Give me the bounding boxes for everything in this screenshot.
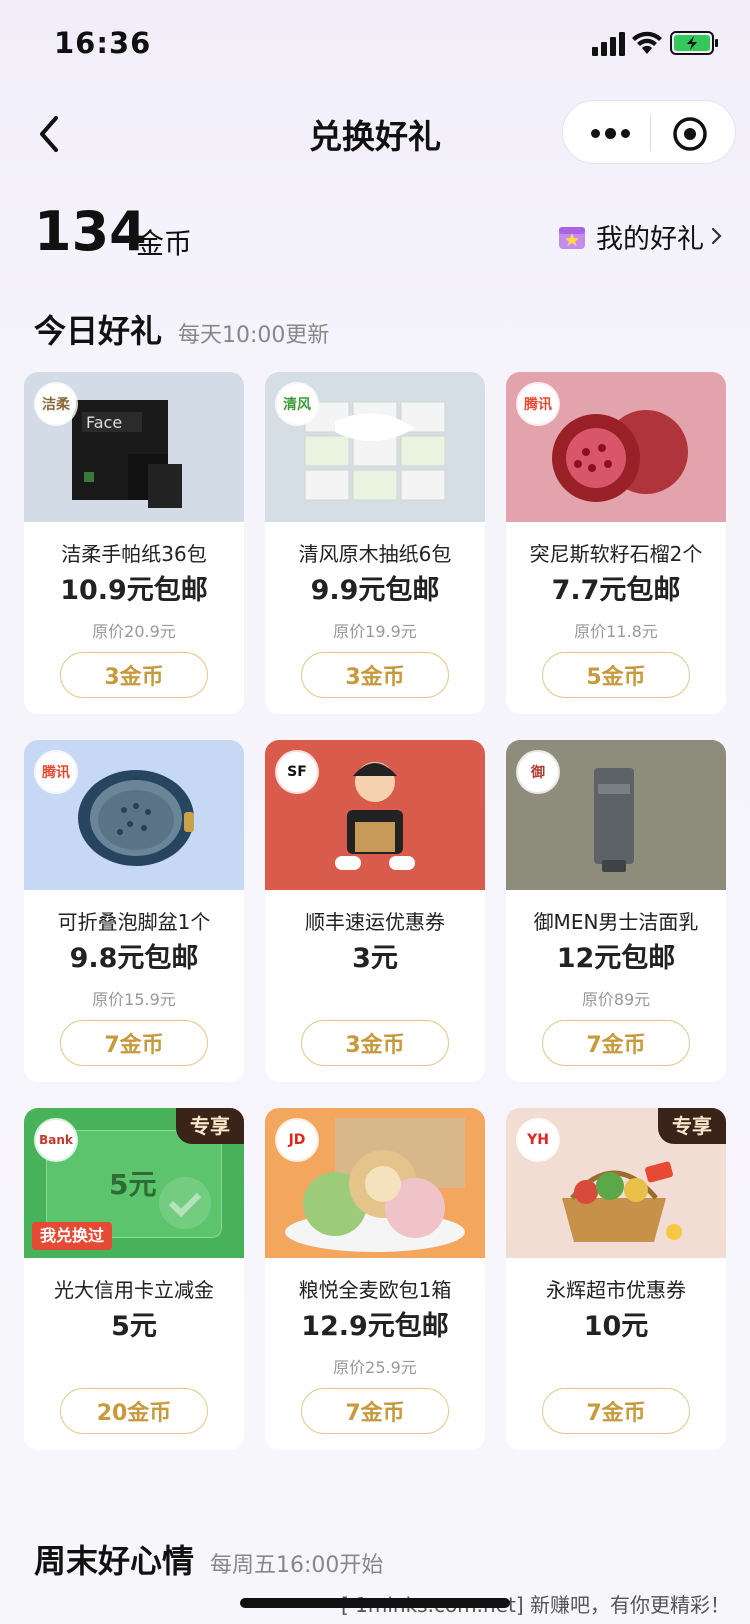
today-section-header: 今日好礼 每天10:00更新 (34, 306, 329, 356)
product-price: 9.8元包邮 (69, 943, 199, 974)
status-time: 16:36 (54, 26, 152, 60)
product-image: 御 (506, 740, 726, 890)
original-price: 原价19.9元 (333, 622, 417, 641)
section-subtitle: 每周五16:00开始 (210, 1553, 384, 1578)
original-price: 原价89元 (581, 990, 651, 1009)
redeem-button[interactable]: 7金币 (301, 1388, 449, 1434)
product-card[interactable]: 腾讯 突尼斯软籽石榴2个 7.7元包邮 原价11.8元 5金币 (506, 372, 726, 714)
brand-logo: YH (518, 1120, 558, 1160)
redeem-button[interactable]: 7金币 (60, 1020, 208, 1066)
product-image: 5元 Bank 专享 我兑换过 (24, 1108, 244, 1258)
redeemed-tag: 我兑换过 (32, 1222, 113, 1250)
capsule-divider (650, 115, 651, 151)
product-card[interactable]: SF 顺丰速运优惠券 3元 3金币 (265, 740, 485, 1082)
mini-program-capsule (562, 100, 736, 164)
svg-text:Face: Face (86, 413, 122, 432)
product-image: JD (265, 1108, 485, 1258)
signal-icon (592, 32, 625, 56)
exclusive-tag: 专享 (658, 1108, 726, 1144)
product-name: 粮悦全麦欧包1箱 (298, 1278, 452, 1302)
product-card[interactable]: YH 专享 永辉超市优惠券 10元 7金币 (506, 1108, 726, 1450)
coins-unit: 金币 (136, 227, 193, 260)
exclusive-tag: 专享 (176, 1108, 244, 1144)
product-name: 永辉超市优惠券 (546, 1278, 686, 1302)
status-bar: 16:36 (0, 0, 750, 90)
brand-logo: 腾讯 (36, 752, 76, 792)
weekend-section-header: 周末好心情 每周五16:00开始 (34, 1536, 383, 1586)
brand-logo: 清风 (277, 384, 317, 424)
section-title: 周末好心情 (34, 1542, 195, 1580)
redeem-button[interactable]: 3金币 (301, 652, 449, 698)
product-image: YH 专享 (506, 1108, 726, 1258)
redeem-button[interactable]: 3金币 (60, 652, 208, 698)
coins-balance: 134 (34, 200, 147, 263)
brand-logo: SF (277, 752, 317, 792)
my-gifts-label: 我的好礼 (596, 223, 704, 255)
product-price: 10.9元包邮 (60, 575, 208, 606)
voucher-amount: 5元 (109, 1168, 157, 1201)
product-price: 12元包邮 (556, 943, 676, 974)
close-target-icon[interactable] (671, 115, 709, 153)
product-name: 突尼斯软籽石榴2个 (529, 542, 703, 566)
product-name: 洁柔手帕纸36包 (61, 542, 207, 566)
redeem-button[interactable]: 7金币 (542, 1388, 690, 1434)
original-price: 原价20.9元 (92, 622, 176, 641)
original-price: 原价25.9元 (333, 1358, 417, 1377)
brand-logo: 腾讯 (518, 384, 558, 424)
product-price: 12.9元包邮 (301, 1311, 449, 1342)
product-price: 9.9元包邮 (310, 575, 440, 606)
product-card[interactable]: JD 粮悦全麦欧包1箱 12.9元包邮 原价25.9元 7金币 (265, 1108, 485, 1450)
check-icon (159, 1177, 211, 1229)
gift-icon (559, 227, 585, 249)
product-name: 可折叠泡脚盆1个 (57, 910, 211, 934)
chevron-right-icon (711, 227, 722, 245)
product-price: 3元 (352, 943, 398, 974)
original-price: 原价11.8元 (574, 622, 658, 641)
product-price: 10元 (583, 1311, 649, 1342)
brand-logo: Bank (36, 1120, 76, 1160)
product-image: 腾讯 (24, 740, 244, 890)
section-subtitle: 每天10:00更新 (178, 323, 330, 348)
product-image: 腾讯 (506, 372, 726, 522)
my-gifts-link[interactable]: 我的好礼 (558, 216, 724, 256)
product-card[interactable]: 清风 清风原木抽纸6包 9.9元包邮 原价19.9元 3金币 (265, 372, 485, 714)
coins-summary: 134 金币 我的好礼 (34, 200, 724, 270)
product-name: 光大信用卡立减金 (54, 1278, 214, 1302)
product-name: 顺丰速运优惠券 (305, 910, 445, 934)
product-card[interactable]: Face 洁柔 洁柔手帕纸36包 10.9元包邮 原价20.9元 3金币 (24, 372, 244, 714)
home-indicator[interactable] (240, 1598, 510, 1608)
wifi-icon (632, 31, 662, 54)
product-card[interactable]: 5元 Bank 专享 我兑换过 光大信用卡立减金 5元 20金币 (24, 1108, 244, 1450)
product-price: 7.7元包邮 (551, 575, 681, 606)
product-image: Face 洁柔 (24, 372, 244, 522)
redeem-button[interactable]: 20金币 (60, 1388, 208, 1434)
product-image: 清风 (265, 372, 485, 522)
battery-charging-icon (670, 31, 718, 55)
brand-logo: JD (277, 1120, 317, 1160)
redeem-button[interactable]: 3金币 (301, 1020, 449, 1066)
product-image: SF (265, 740, 485, 890)
redeem-button[interactable]: 5金币 (542, 652, 690, 698)
section-title: 今日好礼 (34, 312, 163, 350)
original-price: 原价15.9元 (92, 990, 176, 1009)
brand-logo: 御 (518, 752, 558, 792)
product-card[interactable]: 腾讯 可折叠泡脚盆1个 9.8元包邮 原价15.9元 7金币 (24, 740, 244, 1082)
product-card[interactable]: 御 御MEN男士洁面乳 12元包邮 原价89元 7金币 (506, 740, 726, 1082)
product-name: 御MEN男士洁面乳 (533, 910, 699, 934)
redeem-button[interactable]: 7金币 (542, 1020, 690, 1066)
nav-bar: 兑换好礼 (0, 96, 750, 172)
product-price: 5元 (111, 1311, 157, 1342)
more-icon[interactable] (585, 115, 635, 151)
brand-logo: 洁柔 (36, 384, 76, 424)
product-name: 清风原木抽纸6包 (298, 542, 452, 566)
